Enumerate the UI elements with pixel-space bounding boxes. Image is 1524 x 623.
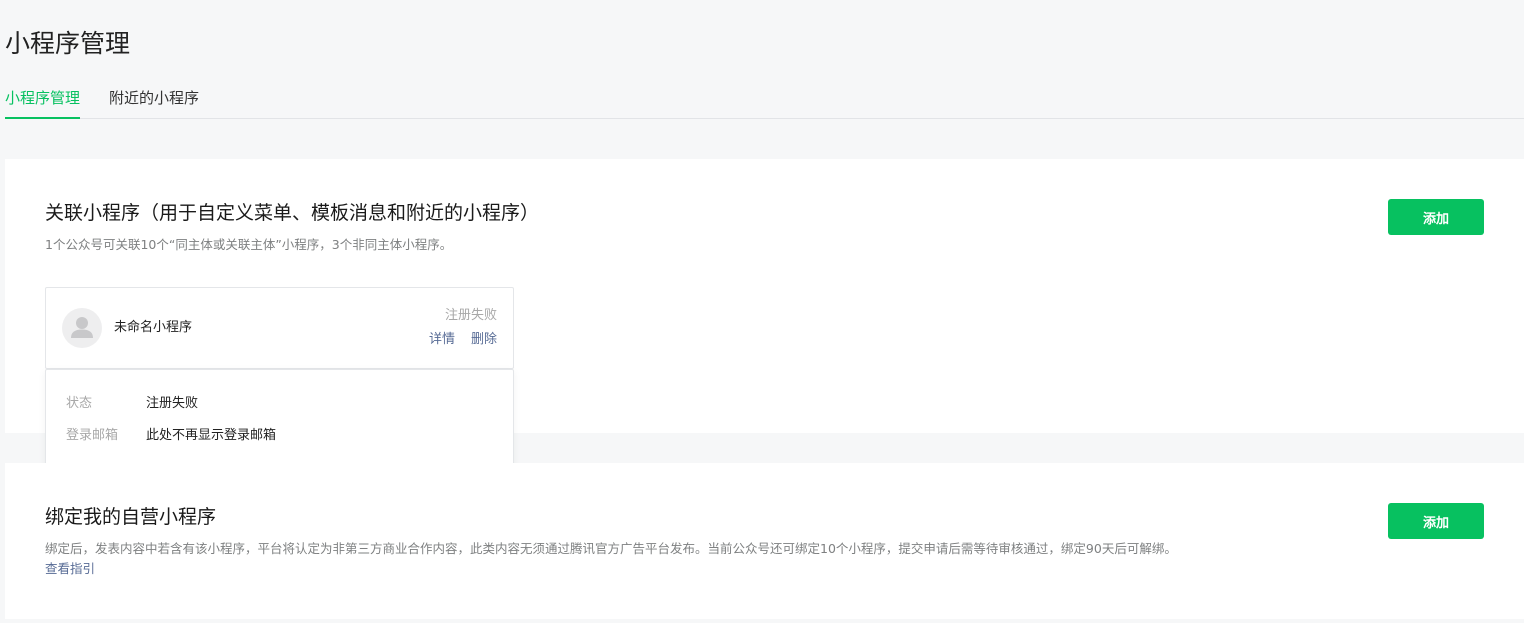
tab-bar: 小程序管理 附近的小程序 bbox=[5, 80, 1524, 119]
view-guide-link[interactable]: 查看指引 bbox=[45, 559, 95, 579]
add-linked-miniprogram-button[interactable]: 添加 bbox=[1388, 199, 1484, 235]
page-title: 小程序管理 bbox=[5, 29, 131, 58]
miniprogram-list-item: 未命名小程序 注册失败 详情 删除 bbox=[45, 287, 514, 369]
detail-value: 此处不再显示登录邮箱 bbox=[146, 428, 277, 443]
detail-link[interactable]: 详情 bbox=[429, 332, 455, 347]
add-bound-miniprogram-button[interactable]: 添加 bbox=[1388, 503, 1484, 539]
detail-value: 注册失败 bbox=[146, 396, 199, 411]
linked-section-description: 1个公众号可关联10个“同主体或关联主体”小程序，3个非同主体小程序。 bbox=[45, 237, 453, 252]
miniprogram-status: 注册失败 bbox=[444, 308, 497, 323]
detail-label: 状态 bbox=[66, 396, 93, 411]
bind-section-title: 绑定我的自营小程序 bbox=[45, 506, 217, 528]
tab-nearby-miniprograms[interactable]: 附近的小程序 bbox=[109, 80, 199, 119]
miniprogram-name: 未命名小程序 bbox=[114, 320, 193, 335]
miniprogram-actions: 详情 删除 bbox=[429, 330, 497, 350]
linked-section-title: 关联小程序（用于自定义菜单、模板消息和附近的小程序） bbox=[45, 202, 540, 224]
tab-miniprogram-management[interactable]: 小程序管理 bbox=[5, 80, 81, 119]
miniprogram-detail-popover: 状态 注册失败 登录邮箱 此处不再显示登录邮箱 bbox=[45, 369, 514, 471]
bind-section-description: 绑定后，发表内容中若含有该小程序，平台将认定为非第三方商业合作内容，此类内容无须… bbox=[45, 541, 1177, 556]
delete-link[interactable]: 删除 bbox=[471, 332, 497, 347]
detail-label: 登录邮箱 bbox=[66, 428, 119, 443]
bind-own-miniprogram-card: 绑定我的自营小程序 绑定后，发表内容中若含有该小程序，平台将认定为非第三方商业合… bbox=[5, 463, 1524, 619]
default-avatar-icon bbox=[62, 308, 102, 348]
